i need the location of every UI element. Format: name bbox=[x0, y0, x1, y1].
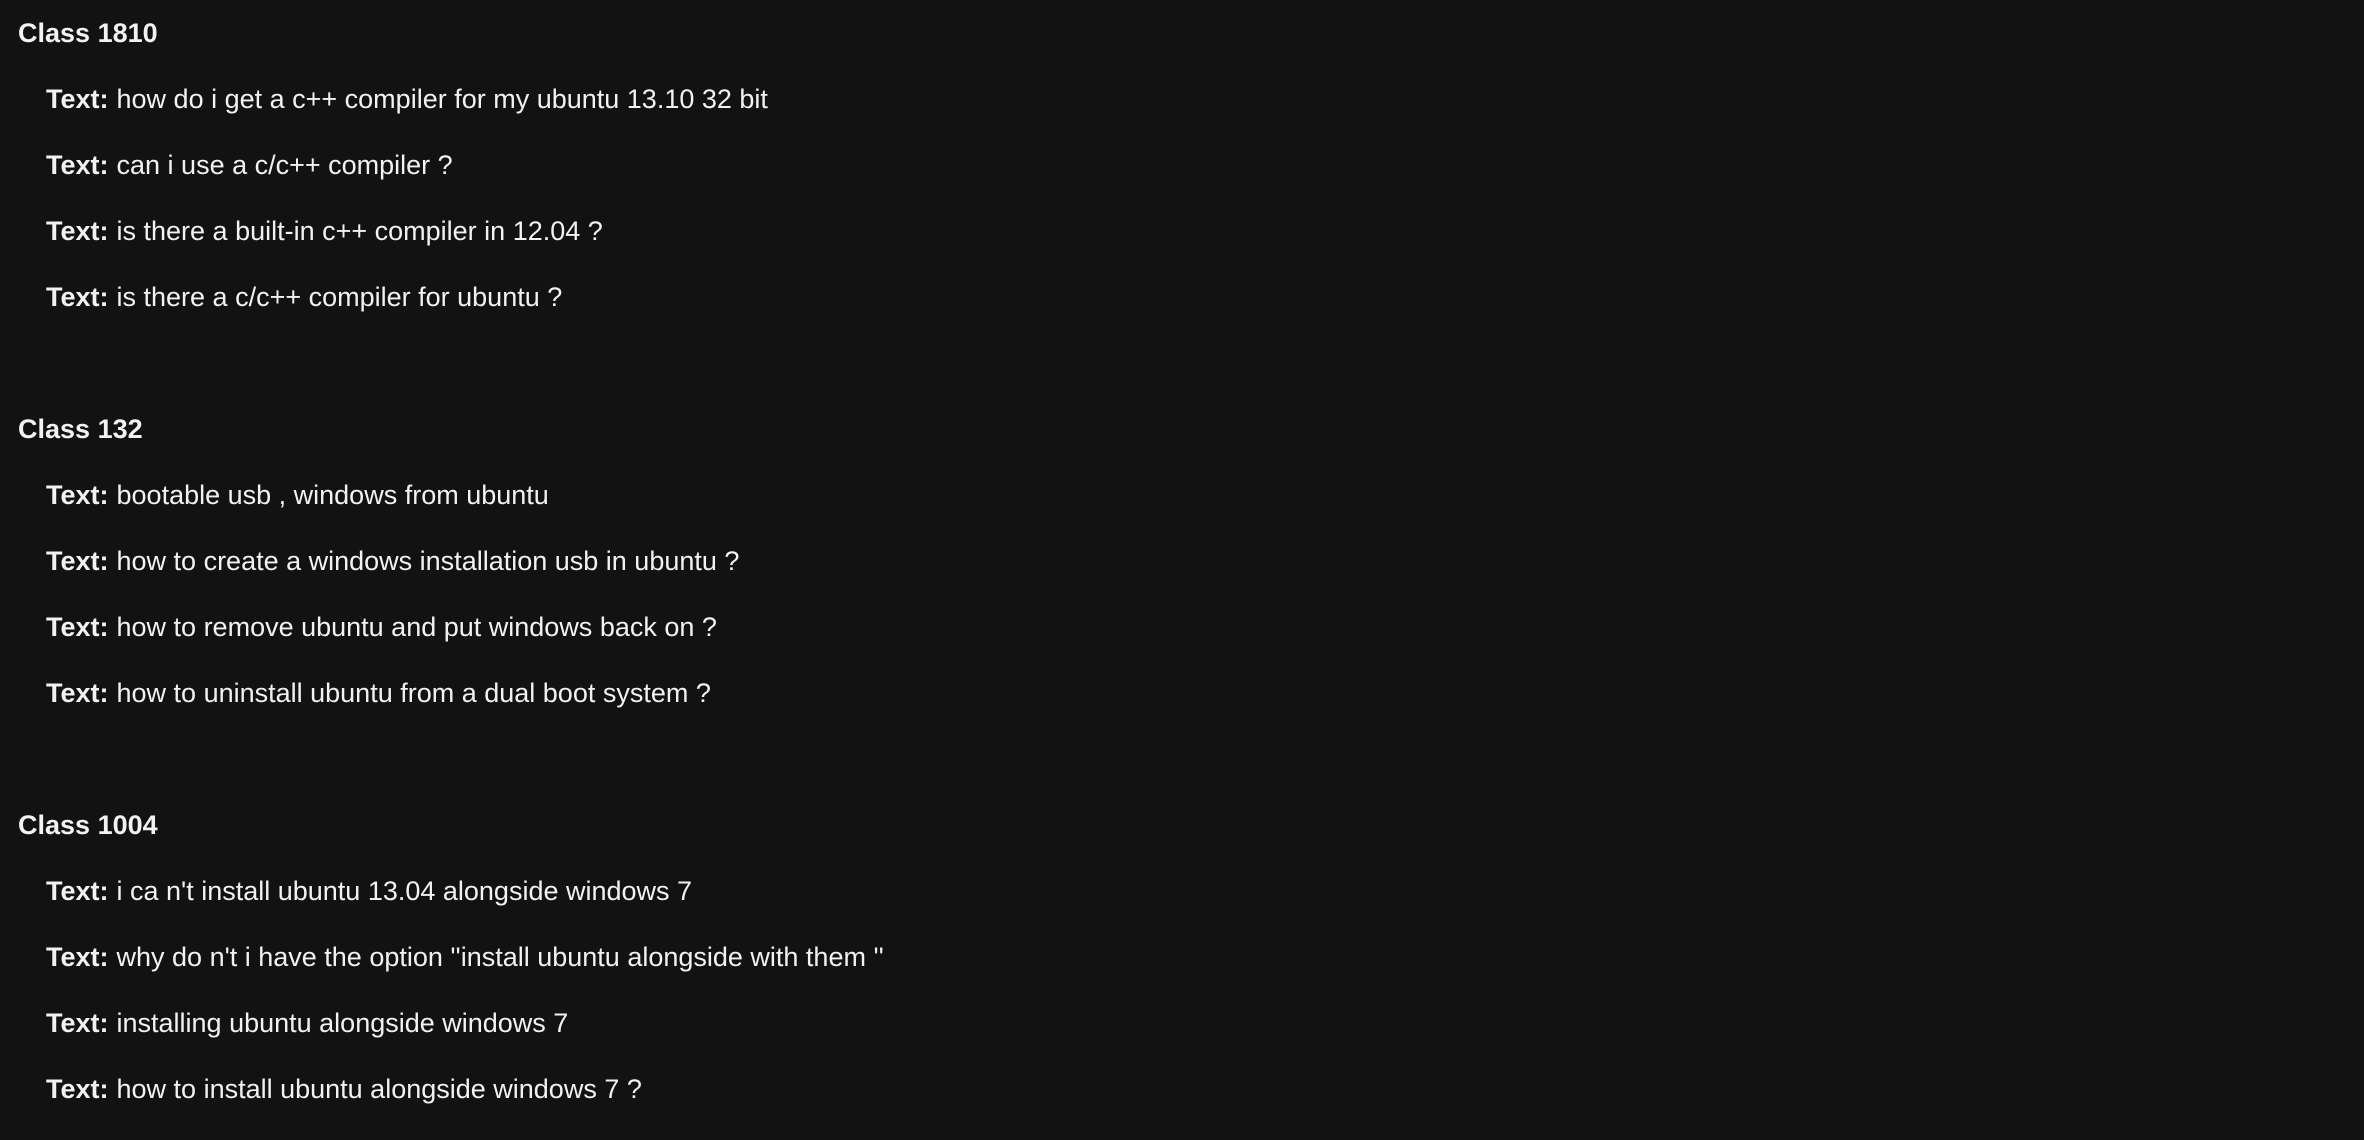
text-entry: Text: how do i get a c++ compiler for my … bbox=[46, 82, 768, 116]
text-entry: Text: how to create a windows installatio… bbox=[46, 544, 739, 578]
entry-value: bootable usb , windows from ubuntu bbox=[116, 480, 549, 510]
class-label: Class bbox=[18, 414, 91, 444]
text-entry: Text: bootable usb , windows from ubuntu bbox=[46, 478, 739, 512]
entry-list: Text: i ca n't install ubuntu 13.04 along… bbox=[18, 874, 884, 1106]
entry-label: Text: bbox=[46, 216, 109, 246]
entry-value: i ca n't install ubuntu 13.04 alongside … bbox=[116, 876, 693, 906]
entry-value: can i use a c/c++ compiler ? bbox=[116, 150, 453, 180]
text-entry: Text: i ca n't install ubuntu 13.04 along… bbox=[46, 874, 884, 908]
class-group: Class 1810 Text: how do i get a c++ compi… bbox=[18, 16, 768, 314]
entry-list: Text: how do i get a c++ compiler for my … bbox=[18, 82, 768, 314]
entry-label: Text: bbox=[46, 612, 109, 642]
entry-value: is there a built-in c++ compiler in 12.0… bbox=[116, 216, 603, 246]
class-group: Class 1004 Text: i ca n't install ubuntu … bbox=[18, 808, 884, 1106]
entry-label: Text: bbox=[46, 150, 109, 180]
entry-label: Text: bbox=[46, 546, 109, 576]
entry-label: Text: bbox=[46, 942, 109, 972]
class-heading: Class 1004 bbox=[18, 808, 884, 842]
class-id: 132 bbox=[97, 414, 143, 444]
text-entry: Text: is there a c/c++ compiler for ubunt… bbox=[46, 280, 768, 314]
entry-list: Text: bootable usb , windows from ubuntu … bbox=[18, 478, 739, 710]
entry-value: how to install ubuntu alongside windows … bbox=[116, 1074, 642, 1104]
class-label: Class bbox=[18, 810, 91, 840]
class-heading: Class 1810 bbox=[18, 16, 768, 50]
entry-label: Text: bbox=[46, 282, 109, 312]
entry-label: Text: bbox=[46, 1008, 109, 1038]
entry-label: Text: bbox=[46, 678, 109, 708]
entry-label: Text: bbox=[46, 480, 109, 510]
text-entry: Text: how to uninstall ubuntu from a dual… bbox=[46, 676, 739, 710]
class-id: 1004 bbox=[97, 810, 158, 840]
class-heading: Class 132 bbox=[18, 412, 739, 446]
entry-label: Text: bbox=[46, 84, 109, 114]
text-entry: Text: can i use a c/c++ compiler ? bbox=[46, 148, 768, 182]
entry-value: why do n't i have the option ''install u… bbox=[116, 942, 884, 972]
class-group: Class 132 Text: bootable usb , windows fr… bbox=[18, 412, 739, 710]
text-entry: Text: why do n't i have the option ''inst… bbox=[46, 940, 884, 974]
class-id: 1810 bbox=[97, 18, 158, 48]
text-entry: Text: how to install ubuntu alongside win… bbox=[46, 1072, 884, 1106]
entry-value: how do i get a c++ compiler for my ubunt… bbox=[116, 84, 768, 114]
entry-value: installing ubuntu alongside windows 7 bbox=[116, 1008, 569, 1038]
text-entry: Text: how to remove ubuntu and put window… bbox=[46, 610, 739, 644]
class-listing: Class 1810 Text: how do i get a c++ compi… bbox=[0, 0, 2364, 1140]
entry-value: how to create a windows installation usb… bbox=[116, 546, 740, 576]
entry-value: is there a c/c++ compiler for ubuntu ? bbox=[116, 282, 563, 312]
entry-value: how to remove ubuntu and put windows bac… bbox=[116, 612, 717, 642]
entry-label: Text: bbox=[46, 876, 109, 906]
entry-value: how to uninstall ubuntu from a dual boot… bbox=[116, 678, 711, 708]
text-entry: Text: installing ubuntu alongside windows… bbox=[46, 1006, 884, 1040]
class-label: Class bbox=[18, 18, 91, 48]
entry-label: Text: bbox=[46, 1074, 109, 1104]
text-entry: Text: is there a built-in c++ compiler in… bbox=[46, 214, 768, 248]
